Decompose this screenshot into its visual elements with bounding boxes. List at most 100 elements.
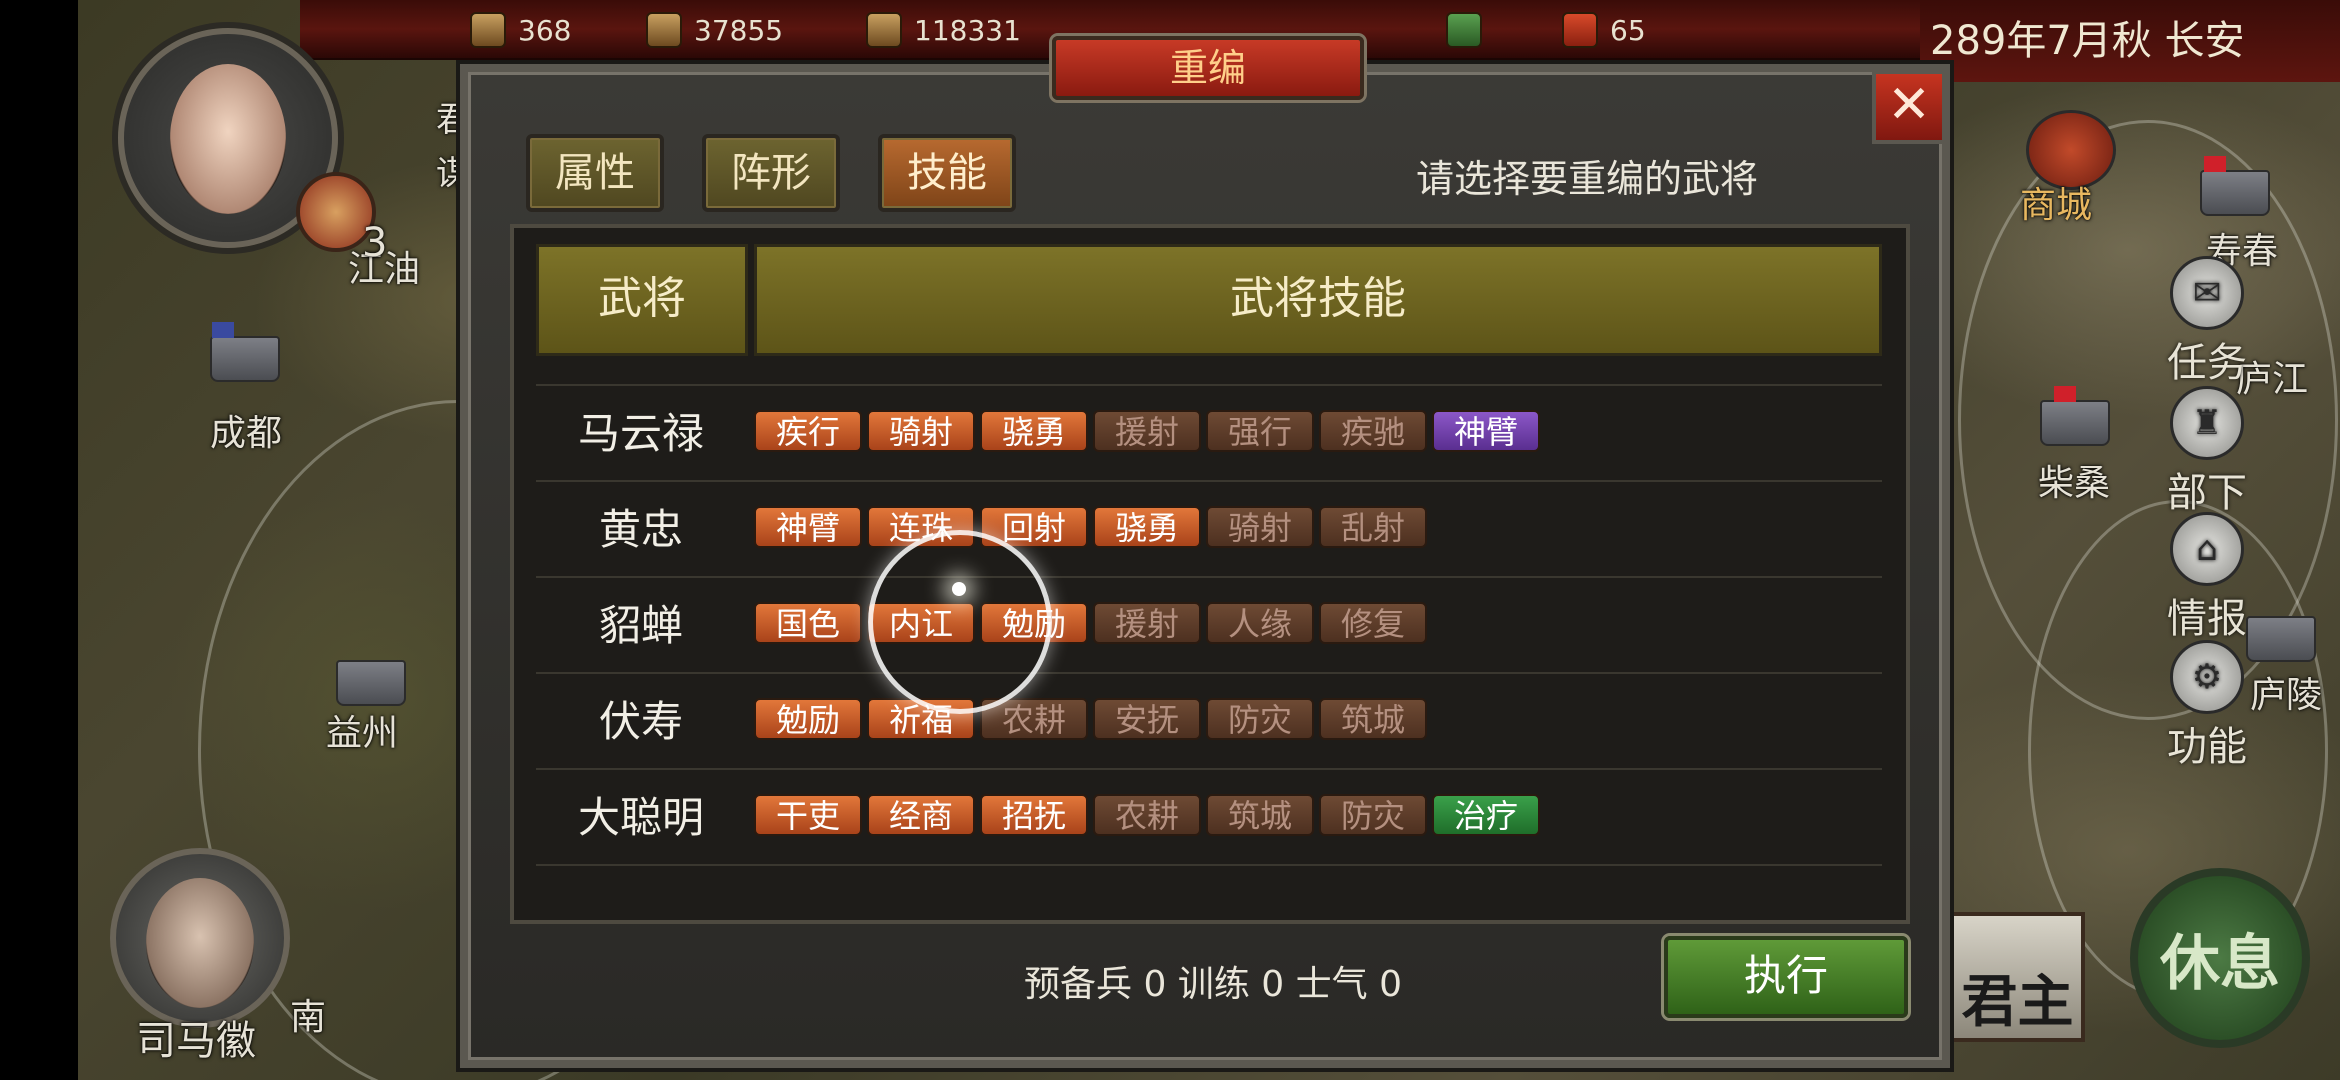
skill-tag[interactable]: 人缘 <box>1206 602 1314 644</box>
skill-tag[interactable]: 疾行 <box>754 410 862 452</box>
table-row[interactable]: 伏寿 勉励 祈福 农耕 安抚 防灾 筑城 <box>536 674 1882 770</box>
skill-tag[interactable]: 招抚 <box>980 794 1088 836</box>
skill-tag[interactable]: 骁勇 <box>980 410 1088 452</box>
reserve-value: 0 <box>1143 964 1167 1005</box>
morale-value: 0 <box>1379 964 1403 1005</box>
city-label-chengdu[interactable]: 成都 <box>210 404 282 456</box>
city-label-chaisang[interactable]: 柴桑 <box>2038 454 2110 506</box>
table-row[interactable]: 大聪明 干吏 经商 招抚 农耕 筑城 防灾 治疗 <box>536 770 1882 866</box>
helmet-icon: ♜ <box>2170 386 2244 460</box>
touch-point <box>952 582 966 596</box>
skill-tag[interactable]: 骑射 <box>1206 506 1314 548</box>
table-row[interactable]: 马云禄 疾行 骑射 骁勇 援射 强行 疾驰 神臂 <box>536 386 1882 482</box>
table-header: 武将 武将技能 <box>536 244 1882 356</box>
close-button[interactable]: ✕ <box>1872 70 1946 144</box>
city-icon[interactable] <box>210 336 280 382</box>
shop-label[interactable]: 商城 <box>2020 176 2092 228</box>
skill-tag[interactable]: 勉励 <box>754 698 862 740</box>
dialog-title: 重编 <box>1052 36 1364 100</box>
skill-tag[interactable]: 农耕 <box>1093 794 1201 836</box>
skill-tag[interactable]: 防灾 <box>1206 698 1314 740</box>
money-bag-icon <box>646 12 682 48</box>
general-list[interactable]: 马云禄 疾行 骑射 骁勇 援射 强行 疾驰 神臂 黄忠 神臂 连珠 回射 骁勇 骑射 乱射 貂蝉 国色 内讧 勉励援… <box>536 358 1882 878</box>
general-name[interactable]: 马云禄 <box>536 386 746 482</box>
city-label-partial[interactable]: 南 <box>290 988 326 1040</box>
resource-value: 368 <box>518 13 572 47</box>
skill-tag[interactable]: 筑城 <box>1206 794 1314 836</box>
skill-tag[interactable]: 神臂 <box>754 506 862 548</box>
menu-intel[interactable]: ⌂ 情报 <box>2152 512 2262 642</box>
header-general: 武将 <box>536 244 748 356</box>
skill-tag[interactable]: 强行 <box>1206 410 1314 452</box>
table-row[interactable]: 貂蝉 国色 内讧 勉励 援射 人缘 修复 <box>536 578 1882 674</box>
advisor-name: 司马徽 <box>136 1018 256 1064</box>
resource-value: 118331 <box>914 13 1021 47</box>
portrait-face <box>170 64 286 214</box>
menu-label: 功能 <box>2167 724 2247 770</box>
badge-number: 3 <box>362 220 388 266</box>
portrait-face <box>146 878 254 1008</box>
close-icon: ✕ <box>1887 75 1931 135</box>
tab-attributes[interactable]: 属性 <box>526 134 664 212</box>
skill-tag[interactable]: 防灾 <box>1319 794 1427 836</box>
general-name[interactable]: 大聪明 <box>536 770 746 866</box>
skill-tag[interactable]: 疾驰 <box>1319 410 1427 452</box>
resource-value: 37855 <box>694 13 784 47</box>
advisor-portrait[interactable] <box>110 848 290 1028</box>
city-icon[interactable] <box>336 660 406 706</box>
medical-kit-icon[interactable] <box>1446 12 1482 48</box>
building-icon: ⌂ <box>2170 512 2244 586</box>
rest-button[interactable]: 休息 <box>2130 868 2310 1048</box>
menu-subordinates[interactable]: ♜ 部下 <box>2152 386 2262 516</box>
morale-label: 士气 <box>1295 964 1368 1005</box>
skill-list: 神臂 连珠 回射 骁勇 骑射 乱射 <box>754 506 1432 552</box>
general-name[interactable]: 伏寿 <box>536 674 746 770</box>
skill-tag[interactable]: 神臂 <box>1432 410 1540 452</box>
skill-tag[interactable]: 经商 <box>867 794 975 836</box>
table-row[interactable]: 黄忠 神臂 连珠 回射 骁勇 骑射 乱射 <box>536 482 1882 578</box>
skill-list: 国色 内讧 勉励 援射 人缘 修复 <box>754 602 1432 648</box>
skill-tag[interactable]: 治疗 <box>1432 794 1540 836</box>
skill-tag[interactable]: 筑城 <box>1319 698 1427 740</box>
skill-tag[interactable]: 骁勇 <box>1093 506 1201 548</box>
skill-list: 干吏 经商 招抚 农耕 筑城 防灾 治疗 <box>754 794 1545 840</box>
execute-button[interactable]: 执行 <box>1664 936 1908 1018</box>
troop-stats: 预备兵 0 训练 0 士气 0 <box>1024 955 1402 1007</box>
training-value: 0 <box>1261 964 1285 1005</box>
scroll-icon: ✉ <box>2170 256 2244 330</box>
resource-item[interactable] <box>1446 10 1494 50</box>
flag-icon <box>2204 156 2226 172</box>
scroll-icon <box>1562 12 1598 48</box>
game-screen: 江油 成都 益州 柴桑 庐江 庐陵 寿春 南 商城 368 37855 1183… <box>0 0 2340 1080</box>
menu-label: 部下 <box>2167 470 2247 516</box>
skill-tag[interactable]: 援射 <box>1093 602 1201 644</box>
skill-tag[interactable]: 乱射 <box>1319 506 1427 548</box>
menu-quest[interactable]: ✉ 任务 <box>2152 256 2262 386</box>
resource-value: 65 <box>1610 13 1646 47</box>
city-icon[interactable] <box>2200 170 2270 216</box>
skill-list: 勉励 祈福 农耕 安抚 防灾 筑城 <box>754 698 1432 744</box>
skill-list <box>754 358 1432 360</box>
menu-functions[interactable]: ⚙ 功能 <box>2152 640 2262 770</box>
tab-skills[interactable]: 技能 <box>878 134 1016 212</box>
resource-item: 118331 <box>866 10 1021 50</box>
skill-tag[interactable]: 安抚 <box>1093 698 1201 740</box>
tab-formation[interactable]: 阵形 <box>702 134 840 212</box>
skill-tag[interactable]: 骑射 <box>867 410 975 452</box>
header-skills: 武将技能 <box>754 244 1882 356</box>
resource-item: 368 <box>470 10 571 50</box>
flag-icon <box>2054 386 2076 402</box>
general-name[interactable]: 貂蝉 <box>536 578 746 674</box>
city-icon[interactable] <box>2040 400 2110 446</box>
training-label: 训练 <box>1177 964 1250 1005</box>
table-row[interactable] <box>536 358 1882 386</box>
general-name[interactable]: 黄忠 <box>536 482 746 578</box>
skill-tag[interactable]: 干吏 <box>754 794 862 836</box>
instruction-text: 请选择要重编的武将 <box>1416 157 1759 201</box>
skill-tag[interactable]: 援射 <box>1093 410 1201 452</box>
skill-tag[interactable]: 修复 <box>1319 602 1427 644</box>
city-label-yizhou[interactable]: 益州 <box>326 704 398 756</box>
skill-tag[interactable]: 国色 <box>754 602 862 644</box>
menu-label: 任务 <box>2167 340 2247 386</box>
lord-button[interactable]: 君主 <box>1950 912 2085 1042</box>
